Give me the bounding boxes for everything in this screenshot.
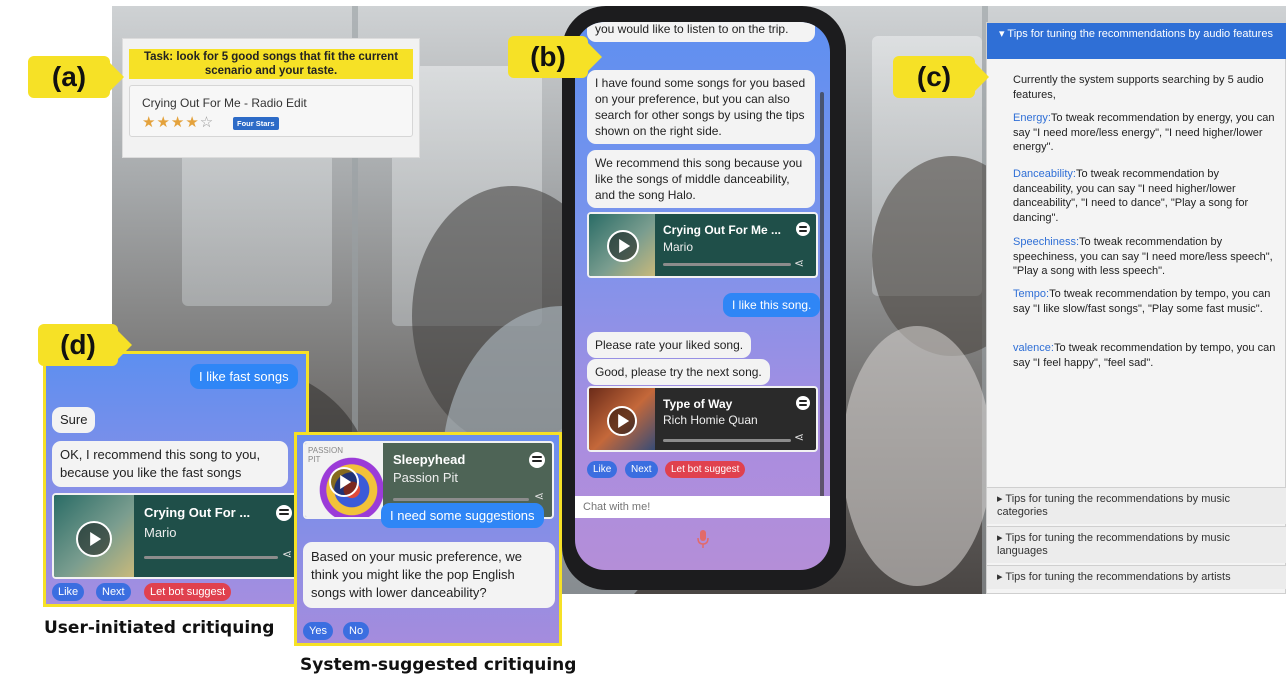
chat-input[interactable] [575,496,830,518]
bot-message: Sure [52,407,96,433]
share-icon[interactable]: ⋖ [534,489,544,503]
next-button[interactable]: Next [96,583,131,601]
play-icon[interactable] [607,406,637,436]
share-icon[interactable]: ⋖ [282,547,292,561]
task-panel: Task: look for 5 good songs that fit the… [122,38,420,158]
play-icon[interactable] [329,467,359,497]
spotify-icon[interactable] [276,505,292,521]
bot-message: Please rate your liked song. [587,332,752,358]
tips-panel: ▾ Tips for tuning the recommendations by… [986,22,1286,594]
energy-text: To tweak recommendation by energy, you c… [1013,112,1275,153]
next-button[interactable]: Next [625,461,658,478]
user-message: I like this song. [723,293,821,317]
valence-keyword: valence: [1013,342,1054,354]
song-title: Crying Out For ... [144,505,251,520]
song-artist: Rich Homie Quan [663,413,758,427]
like-button[interactable]: Like [587,461,618,478]
progress-bar[interactable] [663,439,791,442]
label-b: (b) [508,36,588,78]
rated-song-card: Crying Out For Me - Radio Edit ★★★★☆ Fou… [129,85,413,137]
play-icon[interactable] [76,521,112,557]
no-button[interactable]: No [343,622,370,640]
empty-star-icon[interactable]: ☆ [200,114,214,131]
label-d: (d) [38,324,118,366]
yes-button[interactable]: Yes [303,622,333,640]
song-card: Crying Out For Me ... Mario ⋖ [587,212,818,278]
task-instruction: Task: look for 5 good songs that fit the… [129,49,413,79]
spotify-icon[interactable] [796,222,810,236]
progress-bar[interactable] [663,263,791,266]
system-suggested-chat: PASSION PIT Sleepyhead Passion Pit ⋖ I n… [294,432,562,646]
progress-bar[interactable] [144,556,278,559]
bot-message: OK, I recommend this song to you, becaus… [52,441,288,487]
share-icon[interactable]: ⋖ [794,256,804,270]
tips-categories-accordion[interactable]: ▸ Tips for tuning the recommendations by… [987,487,1286,524]
bot-message: We recommend this song because you like … [587,150,815,208]
caption-user-initiated: User-initiated critiquing [44,618,275,638]
filled-stars[interactable]: ★★★★ [142,114,200,131]
figure: Task: look for 5 good songs that fit the… [0,0,1286,681]
tips-intro: Currently the system supports searching … [1013,74,1264,101]
tempo-text: To tweak recommendation by tempo, you ca… [1013,288,1271,315]
song-title: Type of Way [663,397,733,411]
share-icon[interactable]: ⋖ [794,430,804,444]
album-art-text: PASSION PIT [308,446,343,464]
chat-screen: you would like to listen to on the trip.… [575,22,830,570]
bot-message: I have found some songs for you based on… [587,70,815,144]
star-rating[interactable]: ★★★★☆ [142,113,214,131]
user-message: I like fast songs [190,364,298,389]
let-bot-suggest-button[interactable]: Let bot suggest [144,583,232,601]
person-shape [842,326,992,586]
tips-artists-accordion[interactable]: ▸ Tips for tuning the recommendations by… [987,565,1286,589]
spotify-icon[interactable] [529,452,545,468]
song-card: Type of Way Rich Homie Quan ⋖ [587,386,818,452]
bot-message: Good, please try the next song. [587,359,770,385]
tips-audio-features-header[interactable]: ▾ Tips for tuning the recommendations by… [987,23,1286,59]
tip-danceability: Danceability:To tweak recommendation by … [1013,167,1277,225]
play-icon[interactable] [607,230,639,262]
bot-message: Based on your music preference, we think… [303,542,555,608]
chat-scrollbar[interactable] [820,92,824,502]
user-initiated-chat: I like fast songs Sure OK, I recommend t… [43,351,309,607]
song-artist: Mario [663,240,694,254]
like-button[interactable]: Like [52,583,85,601]
label-a: (a) [28,56,110,98]
song-artist: Mario [144,525,177,540]
danceability-keyword: Danceability: [1013,168,1076,180]
caption-system-suggested: System-suggested critiquing [300,655,577,675]
song-title: Crying Out For Me ... [663,223,782,237]
let-bot-suggest-button[interactable]: Let bot suggest [665,461,746,478]
speechiness-keyword: Speechiness: [1013,236,1080,248]
tip-energy: Energy:To tweak recommendation by energy… [1013,111,1277,155]
label-c: (c) [893,56,975,98]
spotify-icon[interactable] [796,396,810,410]
tips-languages-accordion[interactable]: ▸ Tips for tuning the recommendations by… [987,526,1286,563]
song-artist: Passion Pit [393,470,459,485]
rating-badge: Four Stars [233,117,279,130]
song-title: Sleepyhead [393,452,466,467]
energy-keyword: Energy: [1013,112,1051,124]
user-message: I need some suggestions [381,503,544,528]
microphone-icon[interactable] [697,530,709,548]
song-card: Crying Out For ... Mario ⋖ [52,493,302,579]
tempo-keyword: Tempo: [1013,288,1050,300]
tip-speechiness: Speechiness:To tweak recommendation by s… [1013,235,1277,279]
tip-tempo: Tempo:To tweak recommendation by tempo, … [1013,287,1277,316]
bot-message: you would like to listen to on the trip. [587,22,815,42]
rated-song-title: Crying Out For Me - Radio Edit [142,96,307,110]
tip-valence: valence:To tweak recommendation by tempo… [1013,341,1277,370]
progress-bar[interactable] [393,498,529,501]
